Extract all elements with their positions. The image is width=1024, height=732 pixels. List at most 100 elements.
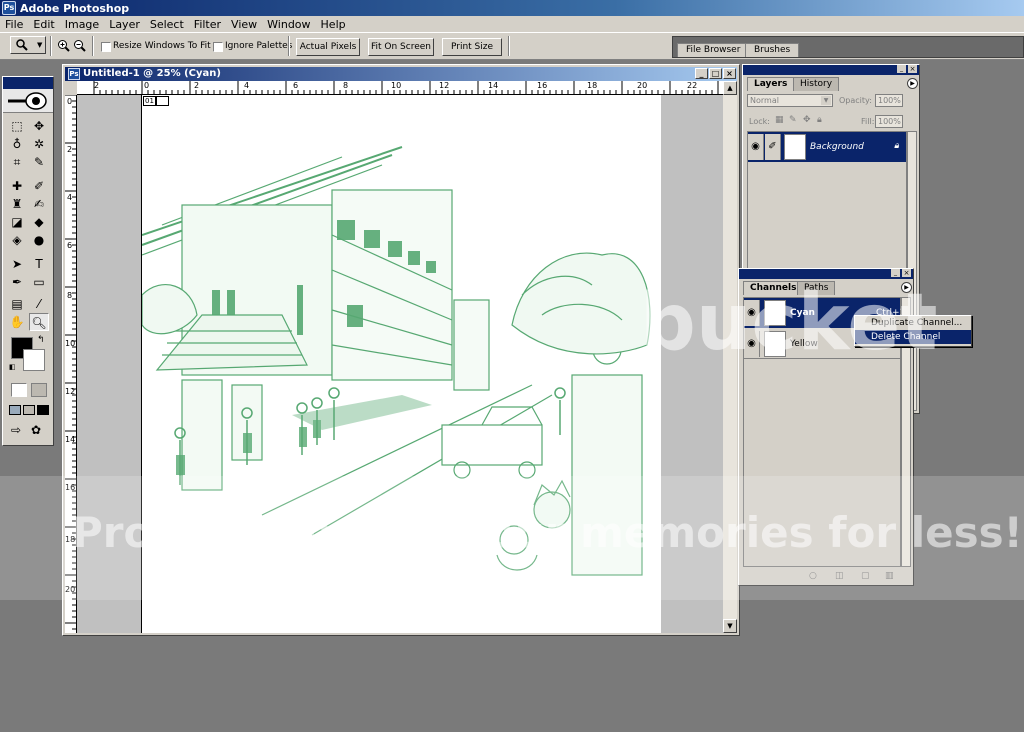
paint-bucket-tool-icon[interactable]: ◆ (29, 213, 49, 231)
menu-view[interactable]: View (226, 18, 262, 31)
toolbar-separator (508, 36, 510, 56)
healing-brush-tool-icon[interactable]: ✚ (7, 177, 27, 195)
default-colors-icon[interactable]: ◧ (9, 363, 16, 371)
marquee-tool-icon[interactable]: ⬚ (7, 117, 27, 135)
dodge-tool-icon[interactable]: ● (29, 231, 49, 249)
photoshop-logo-icon: Ps (2, 1, 16, 15)
background-color-swatch[interactable] (23, 349, 45, 371)
screen-mode-full-icon[interactable] (37, 405, 49, 415)
ignore-palettes-label: Ignore Palettes (225, 41, 293, 51)
eraser-tool-icon[interactable]: ◪ (7, 213, 27, 231)
ruler-v-label: 8 (67, 291, 73, 300)
hand-tool-icon[interactable]: ✋ (7, 313, 27, 331)
eyedropper-tool-icon[interactable]: ⁄ (29, 295, 49, 313)
ruler-h-label: 18 (587, 81, 598, 90)
toolbox-title-bar[interactable] (3, 77, 53, 89)
zoom-tool-preset-button[interactable]: ▼ (10, 36, 46, 54)
menu-filter[interactable]: Filter (189, 18, 226, 31)
opacity-field[interactable]: 100% (875, 94, 903, 107)
document-title-bar[interactable]: Ps Untitled-1 @ 25% (Cyan) _ □ × (65, 67, 737, 81)
ruler-h-label: 12 (439, 81, 450, 90)
scroll-up-arrow-icon[interactable]: ▲ (723, 81, 737, 95)
panel-menu-arrow-icon[interactable]: ▶ (907, 78, 918, 89)
palette-well: File Browser Brushes (672, 36, 1024, 58)
ruler-h-label: 8 (343, 81, 349, 90)
minimize-button[interactable]: _ (695, 68, 708, 79)
horizontal-ruler: 2 0 2 4 6 8 10 12 14 16 18 20 22 (77, 81, 723, 95)
app-title: Adobe Photoshop (20, 1, 130, 15)
fill-field[interactable]: 100% (875, 115, 903, 128)
quick-mask-mode-button[interactable] (31, 383, 47, 397)
ignore-palettes-checkbox[interactable] (213, 42, 223, 52)
zoom-tool-icon[interactable]: 🔍︎ (29, 313, 49, 331)
tab-layers[interactable]: Layers (747, 77, 795, 91)
watermark-tagline: Protect more of your memories for less! (72, 508, 1023, 557)
menu-select[interactable]: Select (145, 18, 189, 31)
lasso-tool-icon[interactable]: ♁ (7, 135, 27, 153)
menu-image[interactable]: Image (60, 18, 104, 31)
ruler-v-label: 12 (65, 387, 76, 396)
lock-all-icon[interactable]: 🔒︎ (817, 115, 822, 125)
lock-image-icon[interactable]: ✎ (789, 115, 797, 125)
print-size-button[interactable]: Print Size (442, 38, 502, 56)
layer-row-background[interactable]: ◉ ✐ Background 🔒︎ (748, 132, 906, 162)
ruler-h-label: 4 (244, 81, 250, 90)
menu-layer[interactable]: Layer (104, 18, 145, 31)
blend-mode-select[interactable]: Normal ▼ (747, 94, 833, 107)
zoom-in-icon[interactable] (57, 39, 71, 53)
ruler-v-label: 14 (65, 435, 76, 444)
brush-tool-icon[interactable]: ✐ (29, 177, 49, 195)
crop-tool-icon[interactable]: ⌗ (7, 153, 27, 171)
ruler-h-label: 20 (637, 81, 648, 90)
brush-link-icon[interactable]: ✐ (765, 134, 781, 160)
history-brush-tool-icon[interactable]: ✍ (29, 195, 49, 213)
actual-pixels-button[interactable]: Actual Pixels (296, 38, 360, 56)
tab-file-browser[interactable]: File Browser (677, 43, 750, 57)
toolbox-brand[interactable] (3, 89, 53, 113)
close-button[interactable]: × (723, 68, 736, 79)
path-selection-tool-icon[interactable]: ➤ (7, 255, 27, 273)
panel-minimize-icon[interactable]: _ (891, 269, 900, 277)
magic-wand-tool-icon[interactable]: ✲ (29, 135, 49, 153)
imageready-icon[interactable]: ✿ (31, 423, 41, 437)
menu-help[interactable]: Help (316, 18, 351, 31)
document-title: Untitled-1 @ 25% (Cyan) (83, 68, 221, 79)
zoom-out-icon[interactable] (73, 39, 87, 53)
menu-window[interactable]: Window (262, 18, 315, 31)
ruler-v-label: 2 (67, 145, 73, 154)
toolbar-separator (288, 36, 290, 56)
swap-colors-icon[interactable]: ↰ (37, 335, 45, 345)
resize-windows-checkbox[interactable] (101, 42, 111, 52)
tab-brushes[interactable]: Brushes (745, 43, 800, 57)
type-tool-icon[interactable]: T (29, 255, 49, 273)
move-tool-icon[interactable]: ✥ (29, 117, 49, 135)
lock-position-icon[interactable]: ✥ (803, 115, 811, 125)
menu-edit[interactable]: Edit (28, 18, 59, 31)
scroll-down-arrow-icon[interactable]: ▼ (723, 619, 737, 633)
menu-file[interactable]: File (0, 18, 28, 31)
fit-on-screen-button[interactable]: Fit On Screen (368, 38, 434, 56)
screen-mode-full-menu-icon[interactable] (23, 405, 35, 415)
ruler-h-label: 10 (391, 81, 402, 90)
jump-to-imageready-icon[interactable]: ⇨ (11, 423, 21, 437)
screen-mode-standard-icon[interactable] (9, 405, 21, 415)
maximize-button[interactable]: □ (709, 68, 722, 79)
eye-logo-icon (8, 91, 47, 110)
pen-tool-icon[interactable]: ✒ (7, 273, 27, 291)
panel-close-icon[interactable]: × (908, 65, 917, 73)
layers-panel-title-bar[interactable]: _ × (743, 65, 919, 75)
ruler-v-label: 10 (65, 339, 76, 348)
blur-tool-icon[interactable]: ◈ (7, 231, 27, 249)
shape-tool-icon[interactable]: ▭ (29, 273, 49, 291)
lock-transparency-icon[interactable]: ▦ (775, 115, 784, 125)
panel-close-icon[interactable]: × (902, 269, 911, 277)
tab-history[interactable]: History (793, 77, 840, 91)
standard-mode-button[interactable] (11, 383, 27, 397)
notes-tool-icon[interactable]: ▤ (7, 295, 27, 313)
ruler-h-label: 14 (488, 81, 499, 90)
blend-mode-value: Normal (750, 96, 779, 105)
slice-tool-icon[interactable]: ✎ (29, 153, 49, 171)
eye-visibility-icon[interactable]: ◉ (748, 134, 764, 160)
panel-minimize-icon[interactable]: _ (897, 65, 906, 73)
clone-stamp-tool-icon[interactable]: ♜ (7, 195, 27, 213)
